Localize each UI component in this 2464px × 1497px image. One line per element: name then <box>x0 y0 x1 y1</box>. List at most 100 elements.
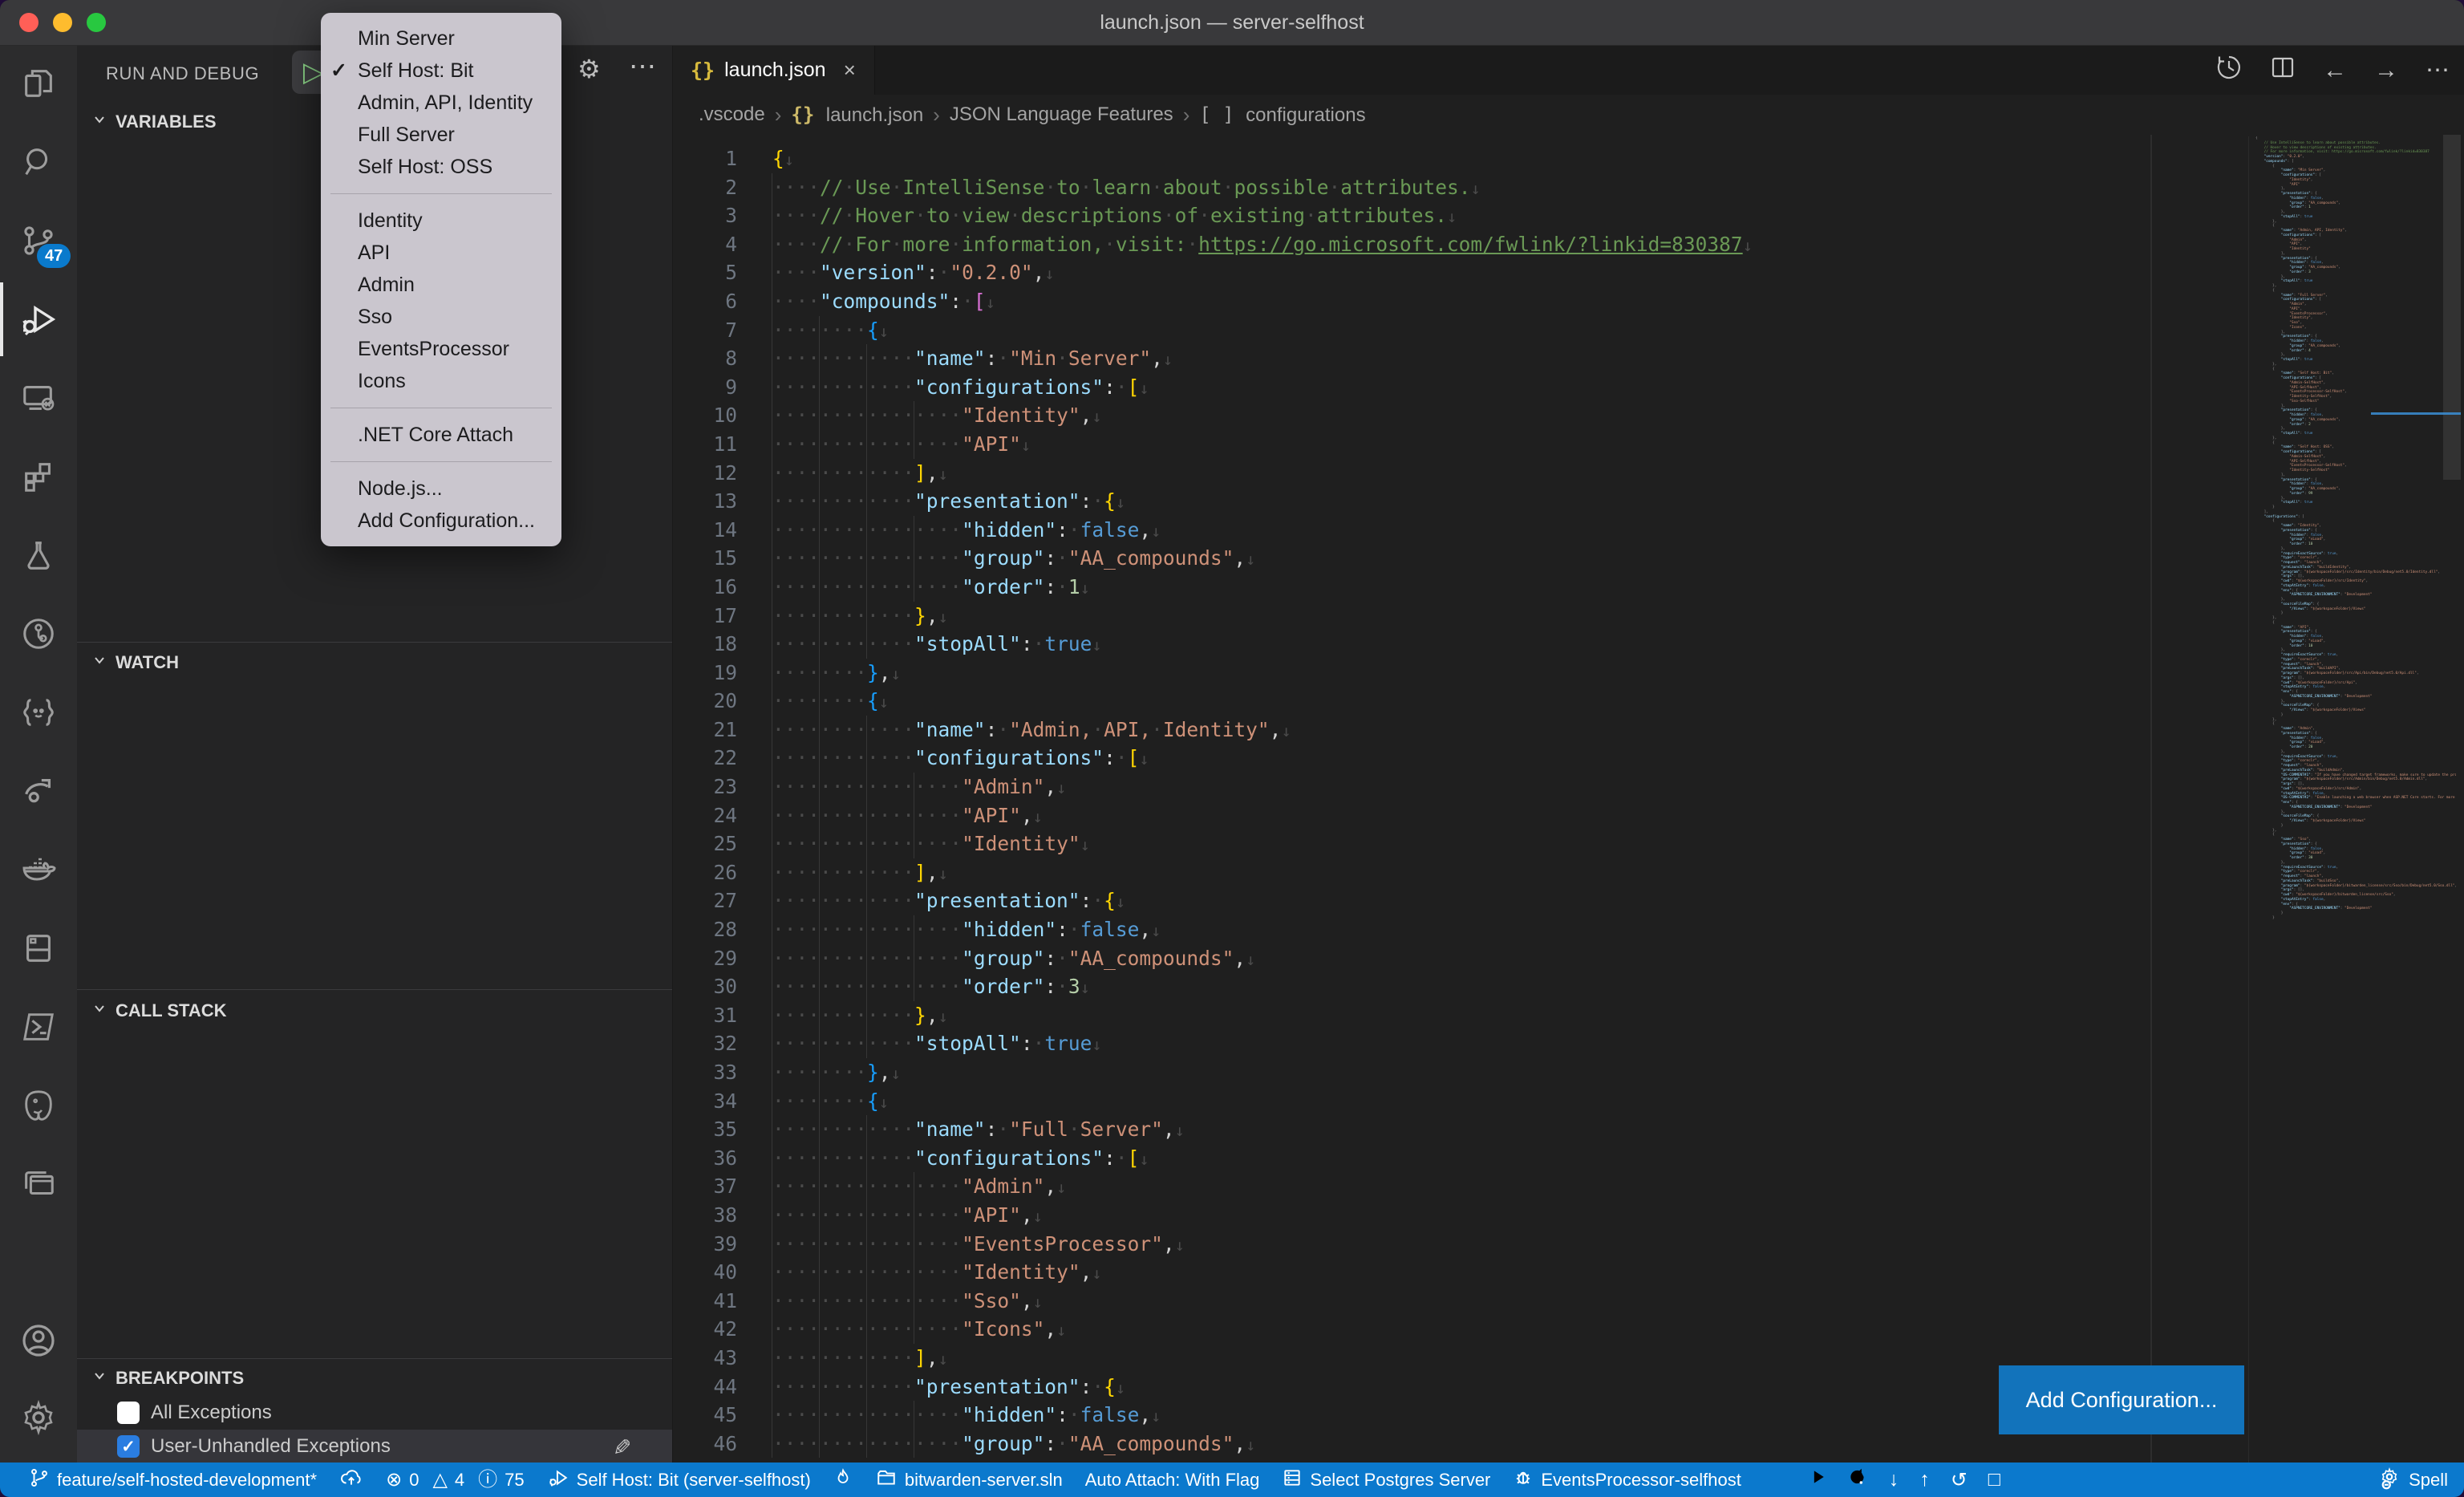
checkbox-checked[interactable]: ✓ <box>117 1435 140 1458</box>
menu-item-min-server[interactable]: Min Server <box>321 22 561 55</box>
add-configuration-button[interactable]: Add Configuration... <box>1999 1365 2244 1434</box>
breadcrumb-separator-icon: › <box>933 103 940 128</box>
menu-item-self-host-bit[interactable]: ✓Self Host: Bit <box>321 55 561 87</box>
breadcrumb-item[interactable]: .vscode <box>699 103 765 126</box>
navigate-back-icon[interactable]: ← <box>2323 57 2347 84</box>
pause-icon[interactable] <box>1765 1467 1785 1493</box>
divider <box>77 989 672 990</box>
tab-launch-json[interactable]: {} launch.json × <box>673 46 875 95</box>
activity-item-live-share[interactable] <box>0 753 77 830</box>
minimap[interactable]: { // Use IntelliSense to learn about pos… <box>2248 136 2456 1463</box>
status-item-solution[interactable]: bitwarden-server.sln <box>864 1463 1074 1497</box>
navigate-forward-icon[interactable]: → <box>2374 57 2398 84</box>
code-line: ········{↓ <box>772 687 1753 716</box>
chevron-down-icon <box>91 1368 107 1389</box>
status-label: feature/self-hosted-development* <box>57 1470 317 1491</box>
code-line: ············"configurations":·[↓ <box>772 1144 1753 1173</box>
menu-item-node-js[interactable]: Node.js... <box>321 473 561 505</box>
menu-item-add-configuration[interactable]: Add Configuration... <box>321 505 561 537</box>
activity-item-settings[interactable] <box>0 1379 77 1456</box>
activity-item-source-control[interactable]: 47 <box>0 202 77 279</box>
menu-item-sso[interactable]: Sso <box>321 301 561 333</box>
breakpoints-section[interactable]: BREAKPOINTS <box>77 1362 672 1394</box>
status-label: Spell <box>2409 1470 2448 1491</box>
code-line: ············"stopAll":·true↓ <box>772 630 1753 659</box>
code-line: ············],↓ <box>772 1344 1753 1373</box>
more-actions-icon[interactable]: ⋯ <box>2426 56 2450 84</box>
step-out-icon[interactable]: ↑ <box>1919 1468 1930 1491</box>
status-item-auto-attach[interactable]: Auto Attach: With Flag <box>1074 1463 1271 1497</box>
activity-item-testing[interactable] <box>0 517 77 594</box>
menu-item-full-server[interactable]: Full Server <box>321 119 561 151</box>
activity-item-run-and-debug[interactable] <box>0 281 77 358</box>
activity-item-docker[interactable] <box>0 831 77 908</box>
watch-section[interactable]: WATCH <box>77 647 672 679</box>
activity-item-powershell[interactable] <box>0 988 77 1065</box>
status-item-debug-controls: ↓ ↑ ↺ □ <box>1753 1467 2013 1493</box>
status-label: Self Host: Bit (server-selfhost) <box>577 1470 811 1491</box>
breadcrumb-item[interactable]: {} launch.json <box>791 103 923 127</box>
breadcrumb-item[interactable]: [ ] configurations <box>1199 103 1365 127</box>
status-item-postgres[interactable]: Select Postgres Server <box>1270 1463 1502 1497</box>
folder-icon <box>875 1467 898 1493</box>
menu-item-admin-api-identity[interactable]: Admin, API, Identity <box>321 87 561 119</box>
step-back-icon[interactable]: ↺ <box>1951 1468 1968 1492</box>
menu-item-identity[interactable]: Identity <box>321 205 561 237</box>
code-line: ················"hidden":·false,↓ <box>772 1401 1753 1430</box>
code-line: ················"order":·3↓ <box>772 972 1753 1001</box>
breadcrumb[interactable]: .vscode › {} launch.json › JSON Language Fea… <box>673 95 2464 135</box>
call-stack-section[interactable]: CALL STACK <box>77 995 672 1027</box>
branch-icon <box>29 1467 50 1493</box>
status-item-spell-checker[interactable]: Spell <box>2366 1463 2459 1497</box>
continue-icon[interactable] <box>1805 1467 1826 1493</box>
activity-item-postgresql[interactable] <box>0 1067 77 1144</box>
status-item-debug-config[interactable]: Self Host: Bit (server-selfhost) <box>536 1463 822 1497</box>
code-editor[interactable]: 1234567891011121314151617181920212223242… <box>673 135 2464 1463</box>
close-tab-icon[interactable]: × <box>844 58 856 83</box>
status-item-flame[interactable] <box>822 1463 864 1497</box>
activity-item-accounts[interactable] <box>0 1302 77 1379</box>
status-item-debug-session[interactable]: EventsProcessor-selfhost <box>1502 1463 1752 1497</box>
split-editor-icon[interactable] <box>2270 55 2296 87</box>
scrollbar-slider[interactable] <box>2443 135 2461 480</box>
activity-item-remote-explorer[interactable] <box>0 359 77 436</box>
checkbox-unchecked[interactable] <box>117 1402 140 1424</box>
activity-item-brackets-extension[interactable] <box>0 674 77 751</box>
breakpoint-row[interactable]: ✓User-Unhandled Exceptions✎ <box>77 1430 672 1463</box>
desktop: launch.json — server-selfhost 47 RUN AND… <box>0 0 2464 1497</box>
step-into-icon[interactable]: ↓ <box>1889 1468 1899 1491</box>
status-label: Select Postgres Server <box>1310 1470 1490 1491</box>
code-line: ············"name":·"Min·Server",↓ <box>772 344 1753 373</box>
menu-item-eventsprocessor[interactable]: EventsProcessor <box>321 333 561 365</box>
restart-icon[interactable] <box>1847 1467 1868 1493</box>
menu-item-icons[interactable]: Icons <box>321 365 561 397</box>
menu-item-api[interactable]: API <box>321 237 561 269</box>
activity-item-explorer[interactable] <box>0 45 77 122</box>
menu-item-net-core-attach[interactable]: .NET Core Attach <box>321 419 561 451</box>
status-item-problems[interactable]: ⊗0△4ⓘ75 <box>375 1463 536 1497</box>
menu-item-admin[interactable]: Admin <box>321 269 561 301</box>
status-item-git-branch[interactable]: feature/self-hosted-development* <box>18 1463 328 1497</box>
stop-icon[interactable]: □ <box>1988 1468 2000 1491</box>
gear-icon[interactable]: ⚙ <box>578 54 601 84</box>
menu-item-self-host-oss[interactable]: Self Host: OSS <box>321 151 561 183</box>
breadcrumb-item[interactable]: JSON Language Features <box>950 103 1173 126</box>
status-label: EventsProcessor-selfhost <box>1541 1470 1741 1491</box>
timeline-history-icon[interactable] <box>2215 54 2243 87</box>
menu-separator <box>330 193 552 194</box>
more-actions-icon[interactable]: ⋯ <box>629 51 658 83</box>
activity-item-extensions[interactable] <box>0 438 77 515</box>
code-line: ····//·For·more·information,·visit:·http… <box>772 230 1753 259</box>
status-bar: feature/self-hosted-development* ⊗0△4ⓘ75 S… <box>0 1463 2464 1497</box>
json-file-icon: {} <box>691 59 715 82</box>
activity-item-browser-preview[interactable] <box>0 1146 77 1223</box>
breakpoint-row[interactable]: All Exceptions <box>77 1396 672 1430</box>
activity-item-search[interactable] <box>0 124 77 201</box>
breadcrumb-separator-icon: › <box>775 103 782 128</box>
bug-icon <box>1513 1467 1534 1493</box>
code-line: ········},↓ <box>772 1058 1753 1087</box>
activity-item-gitlens[interactable] <box>0 595 77 672</box>
status-item-publish[interactable] <box>328 1463 375 1497</box>
edit-breakpoint-icon[interactable]: ✎ <box>608 1437 634 1455</box>
activity-item-remote-targets[interactable] <box>0 910 77 987</box>
